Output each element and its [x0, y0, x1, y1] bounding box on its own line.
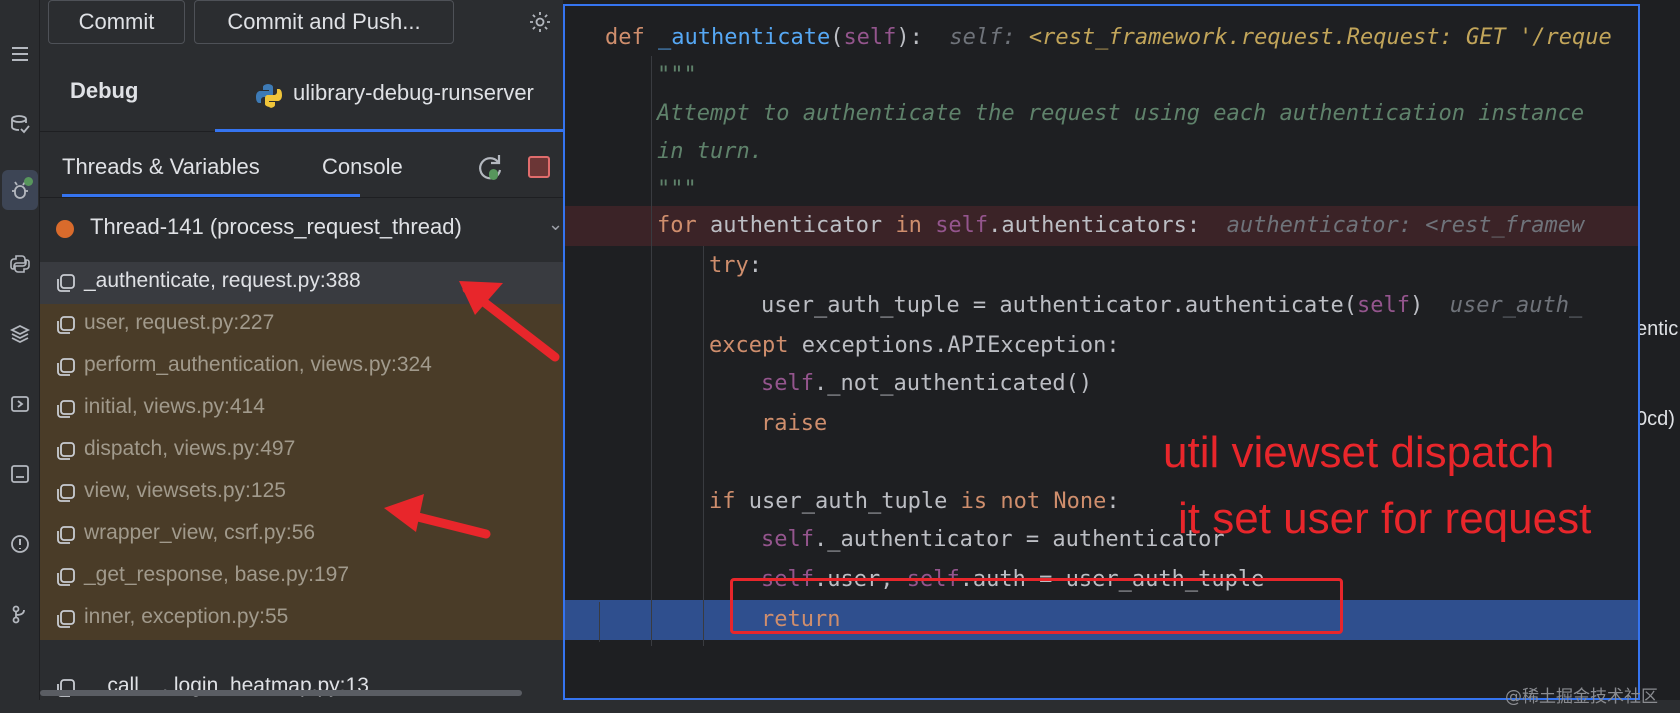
frame-icon	[57, 316, 75, 334]
debug-sub-tabs: Threads & Variables Console	[40, 140, 563, 198]
database-check-icon[interactable]	[0, 104, 40, 144]
frame-label: inner, exception.py:55	[84, 605, 289, 628]
indent-guide	[703, 246, 704, 646]
horizontal-scrollbar[interactable]	[40, 690, 522, 696]
indent-guide	[599, 602, 600, 642]
frame-icon	[57, 568, 75, 586]
frame-label: _authenticate, request.py:388	[84, 269, 361, 292]
rerun-icon[interactable]	[472, 150, 508, 186]
stop-icon[interactable]	[528, 156, 550, 178]
code-line: """	[657, 63, 697, 88]
terminal-icon[interactable]	[0, 454, 40, 494]
code-line: in turn.	[657, 139, 763, 164]
tab-threads-variables[interactable]: Threads & Variables	[62, 154, 260, 180]
frame-label: dispatch, views.py:497	[84, 437, 296, 460]
clipped-text: entic	[1636, 318, 1679, 340]
frame-item[interactable]: initial, views.py:414	[40, 388, 563, 430]
tab-console[interactable]: Console	[322, 154, 403, 180]
debug-title: Debug	[70, 78, 139, 103]
frame-label: _get_response, base.py:197	[84, 563, 350, 586]
thread-status-dot	[56, 220, 74, 238]
frame-label: wrapper_view, csrf.py:56	[84, 521, 316, 544]
frame-icon	[57, 274, 75, 292]
ide-window: Commit Commit and Push... Debug ulibrary…	[0, 0, 1680, 713]
debug-running-dot	[24, 177, 33, 186]
frame-icon	[57, 526, 75, 544]
highlight-box	[730, 578, 1343, 634]
frame-icon	[57, 484, 75, 502]
code-line: Attempt to authenticate the request usin…	[657, 101, 1585, 126]
frame-icon	[57, 400, 75, 418]
code-line: user_auth_tuple = authenticator.authenti…	[761, 293, 1583, 318]
clipped-text: 0cd)	[1636, 408, 1675, 430]
thread-label: Thread-141 (process_request_thread)	[90, 214, 462, 239]
code-line: def _authenticate(self): self: <rest_fra…	[605, 25, 1612, 50]
status-bar	[0, 700, 1680, 713]
run-config-label: ulibrary-debug-runserver	[293, 80, 534, 105]
code-line: except exceptions.APIException:	[709, 333, 1120, 358]
arrow-annotation	[384, 494, 491, 539]
frame-item[interactable]: dispatch, views.py:497	[40, 430, 563, 472]
code-line: """	[657, 177, 697, 202]
arrow-annotation	[459, 281, 560, 362]
commit-button[interactable]: Commit	[48, 0, 185, 44]
debug-header: Debug ulibrary-debug-runserver	[40, 62, 563, 132]
activity-bar	[0, 0, 40, 713]
layers-icon[interactable]	[0, 314, 40, 354]
frame-item[interactable]: inner, exception.py:55	[40, 598, 563, 640]
frame-icon	[57, 358, 75, 376]
gear-icon[interactable]	[524, 6, 556, 38]
annotation-line-1: util viewset dispatch	[1163, 428, 1555, 477]
breakpoint-line: for authenticator in self.authenticators…	[565, 206, 1638, 246]
services-icon[interactable]	[0, 384, 40, 424]
python-console-icon[interactable]	[0, 244, 40, 284]
git-icon[interactable]	[0, 594, 40, 634]
frame-label: perform_authentication, views.py:324	[84, 353, 432, 376]
frame-label: view, viewsets.py:125	[84, 479, 286, 502]
chevron-down-icon[interactable]: ⌄	[548, 214, 563, 235]
run-config-tab[interactable]: ulibrary-debug-runserver	[215, 62, 563, 132]
code-line: self._not_authenticated()	[761, 371, 1093, 396]
frame-icon	[57, 442, 75, 460]
frame-item[interactable]: _get_response, base.py:197	[40, 556, 563, 598]
indent-guide	[651, 56, 652, 646]
commit-and-push-button[interactable]: Commit and Push...	[194, 0, 454, 44]
problems-icon[interactable]	[0, 524, 40, 564]
thread-selector[interactable]: Thread-141 (process_request_thread) ⌄	[40, 200, 563, 256]
watermark: @稀土掘金技术社区	[1505, 687, 1658, 707]
active-tab-indicator	[62, 194, 360, 197]
frame-icon	[57, 610, 75, 628]
right-panel-edge: entic 0cd)	[1636, 0, 1680, 713]
debug-icon[interactable]	[2, 170, 38, 210]
python-icon	[256, 84, 282, 108]
frame-label: user, request.py:227	[84, 311, 275, 334]
annotation-line-2: it set user for request	[1178, 494, 1592, 543]
frame-label: initial, views.py:414	[84, 395, 265, 418]
commit-bar: Commit Commit and Push...	[40, 0, 563, 44]
code-line: try:	[709, 253, 762, 278]
structure-icon[interactable]	[0, 34, 40, 74]
